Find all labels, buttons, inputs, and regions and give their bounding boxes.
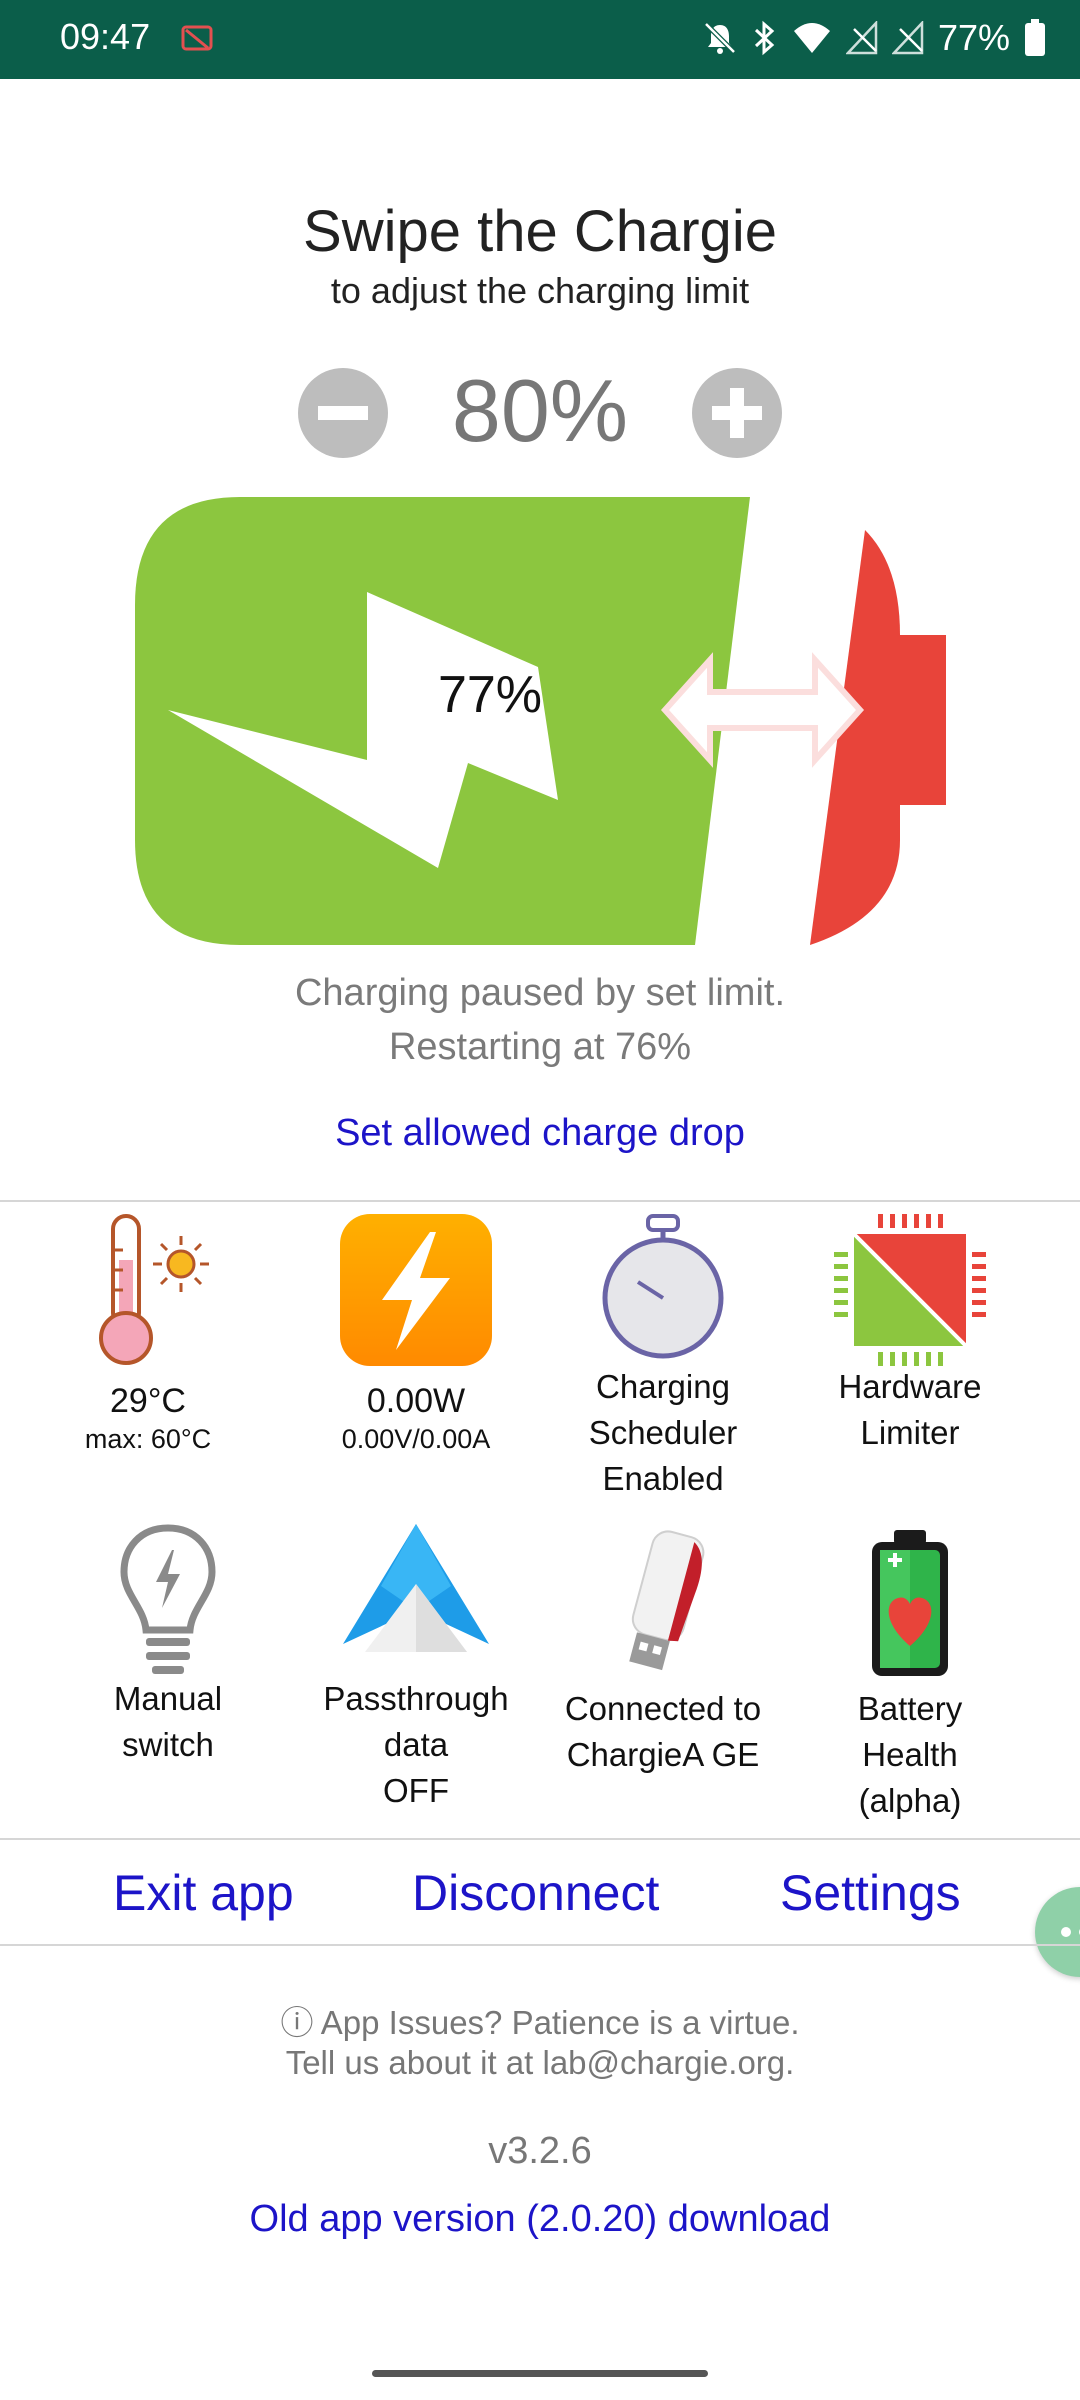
wifi-icon — [793, 23, 830, 53]
gesture-nav-handle[interactable] — [372, 2370, 708, 2377]
app-issues-text: ⓘ App Issues? Patience is a virtue. — [280, 2004, 800, 2041]
decrease-limit-button[interactable] — [298, 368, 388, 458]
battery-icon — [1025, 19, 1045, 56]
charge-limit-value: 80% — [451, 361, 629, 460]
lightbulb-icon — [120, 1524, 216, 1674]
connected-device-line2: ChargieA GE — [566, 1736, 760, 1773]
hardware-limiter-line2: Limiter — [860, 1414, 960, 1451]
charging-status-line2: Restarting at 76% — [388, 1026, 692, 1068]
charging-status-line1: Charging paused by set limit. — [294, 972, 786, 1014]
android-auto-icon — [343, 1524, 489, 1652]
hardware-limiter-line1: Hardware — [838, 1368, 982, 1405]
passthrough-line1: Passthrough — [323, 1680, 509, 1717]
settings-button[interactable]: Settings — [780, 1864, 961, 1922]
chat-fab-button[interactable] — [1035, 1887, 1080, 1977]
set-charge-drop-link[interactable]: Set allowed charge drop — [0, 1112, 1080, 1155]
passthrough-line3: OFF — [383, 1772, 449, 1809]
charge-limit-control: 80% — [0, 360, 1080, 464]
chip-icon — [834, 1214, 986, 1366]
status-time: 09:47 — [60, 16, 151, 57]
voltage-current: 0.00V/0.00A — [341, 1424, 491, 1454]
divider — [0, 1838, 1080, 1840]
manual-switch-line2: switch — [122, 1726, 214, 1763]
status-bar: 09:47 77% — [0, 0, 1080, 79]
minus-circle-icon — [318, 406, 368, 420]
exit-app-button[interactable]: Exit app — [113, 1864, 294, 1922]
battery-terminal — [898, 635, 946, 805]
old-version-download-link[interactable]: Old app version (2.0.20) download — [0, 2198, 1080, 2241]
scheduler-line2: Scheduler — [588, 1414, 738, 1451]
divider — [0, 1200, 1080, 1202]
battery-health-line2: Health — [862, 1736, 958, 1773]
temperature-max: max: 60°C — [84, 1424, 212, 1454]
lightning-bolt-icon — [340, 1214, 492, 1366]
increase-limit-button[interactable] — [692, 368, 782, 458]
scheduler-line1: Charging — [596, 1368, 730, 1405]
divider — [0, 1944, 1080, 1946]
plus-circle-icon — [712, 388, 762, 438]
thermometer-sun-icon — [99, 1214, 209, 1365]
status-battery-percent: 77% — [937, 17, 1010, 58]
scheduler-line3: Enabled — [602, 1460, 724, 1497]
manual-switch-line1: Manual — [113, 1680, 223, 1717]
contact-text: Tell us about it at lab@chargie.org. — [285, 2044, 795, 2081]
battery-health-line3: (alpha) — [858, 1782, 962, 1819]
power-value: 0.00W — [366, 1382, 466, 1420]
page-title: Swipe the Chargie — [303, 199, 777, 264]
passthrough-line2: data — [383, 1726, 449, 1763]
battery-health-line1: Battery — [857, 1690, 963, 1727]
notifications-muted-icon — [704, 22, 736, 54]
no-signal-icon — [891, 21, 924, 55]
bluetooth-icon — [754, 20, 775, 56]
page-subtitle: to adjust the charging limit — [330, 270, 750, 311]
battery-heart-icon — [872, 1530, 948, 1676]
screen-record-off-icon — [181, 25, 213, 51]
usb-dongle-icon — [629, 1530, 705, 1671]
connected-device-line1: Connected to — [564, 1690, 762, 1727]
disconnect-button[interactable]: Disconnect — [412, 1864, 659, 1922]
stopwatch-icon — [602, 1214, 724, 1359]
chargie-main-screen: 09:47 77% Swipe the Chargie to adjust th… — [0, 0, 1080, 2400]
temperature-value: 29°C — [110, 1382, 186, 1420]
no-signal-icon — [845, 21, 878, 55]
app-version: v3.2.6 — [488, 2130, 592, 2172]
battery-percent-label: 77% — [437, 666, 543, 724]
battery-swipe-area[interactable]: 77% — [130, 495, 950, 950]
drag-handle-arrow[interactable] — [660, 652, 865, 768]
